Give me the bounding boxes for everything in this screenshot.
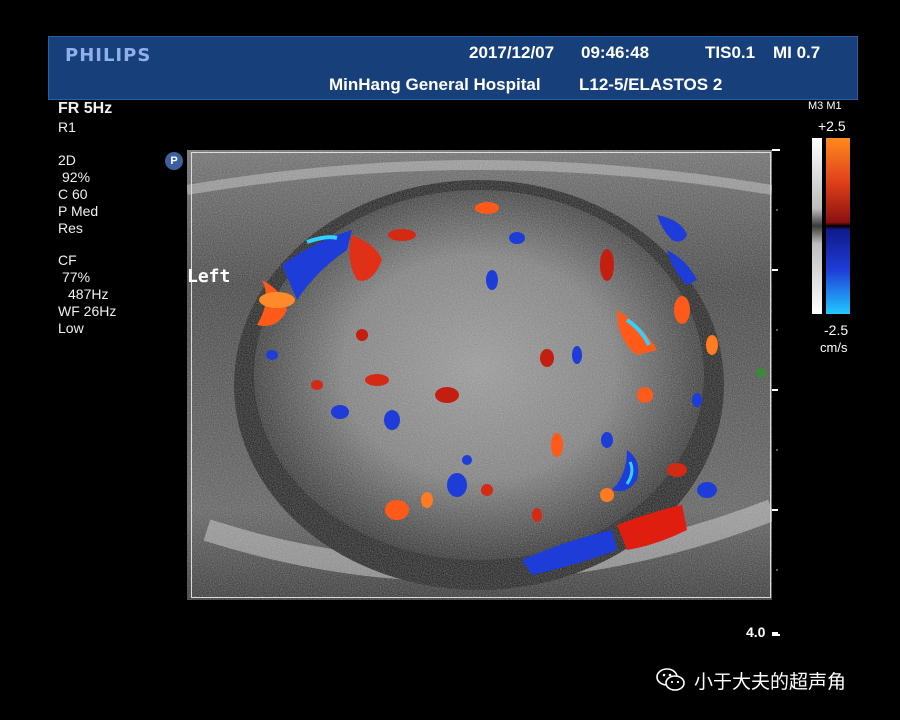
depth-scale [772,149,780,634]
watermark-text: 小于大夫的超声角 [694,671,847,693]
side-label: Left [187,266,231,287]
focus-marker-icon [756,368,766,378]
watermark: 小于大夫的超声角 [656,665,846,695]
wechat-icon [656,668,685,691]
depth-label: 4.0 [746,624,766,640]
mode-cf-wf: WF 26Hz [58,303,117,319]
mode-cf-title: CF [58,252,77,268]
mode-2d-res: Res [58,220,83,236]
exam-date: 2017/12/07 [469,43,555,62]
mi-index: MI 0.7 [773,43,821,62]
brand-logo: PHILIPS [65,45,152,66]
velocity-color-bar [826,138,850,314]
exam-time: 09:46:48 [581,43,650,62]
mode-cf-gain: 77% [62,269,91,285]
mode-2d-c: C 60 [58,186,88,202]
doppler-roi-box [191,152,771,598]
mode-2d-title: 2D [58,152,76,168]
frame-rate: FR 5Hz [58,100,113,117]
r-setting: R1 [58,119,76,135]
probe-orientation-marker: P [165,152,183,170]
probe-name: L12-5/ELASTOS 2 [579,75,723,94]
hospital-name: MinHang General Hospital [329,75,541,94]
mode-2d-gain: 92% [62,169,91,185]
mode-cf-level: Low [58,320,84,336]
velocity-colorbar: M3 M1 +2.5 -2.5 cm/s [806,100,866,360]
colorbar-min: -2.5 [824,322,849,338]
colorbar-unit: cm/s [820,340,848,355]
tis-index: TIS0.1 [705,43,756,62]
mode-cf-freq: 487Hz [68,286,109,302]
depth-tick [772,634,780,636]
colorbar-max: +2.5 [818,118,846,134]
mode-2d-p: P Med [58,203,99,219]
header-bar: PHILIPS 2017/12/07 09:46:48 TIS0.1 MI 0.… [48,36,858,100]
grayscale-bar [812,138,822,314]
colorbar-map-label: M3 M1 [808,100,842,112]
